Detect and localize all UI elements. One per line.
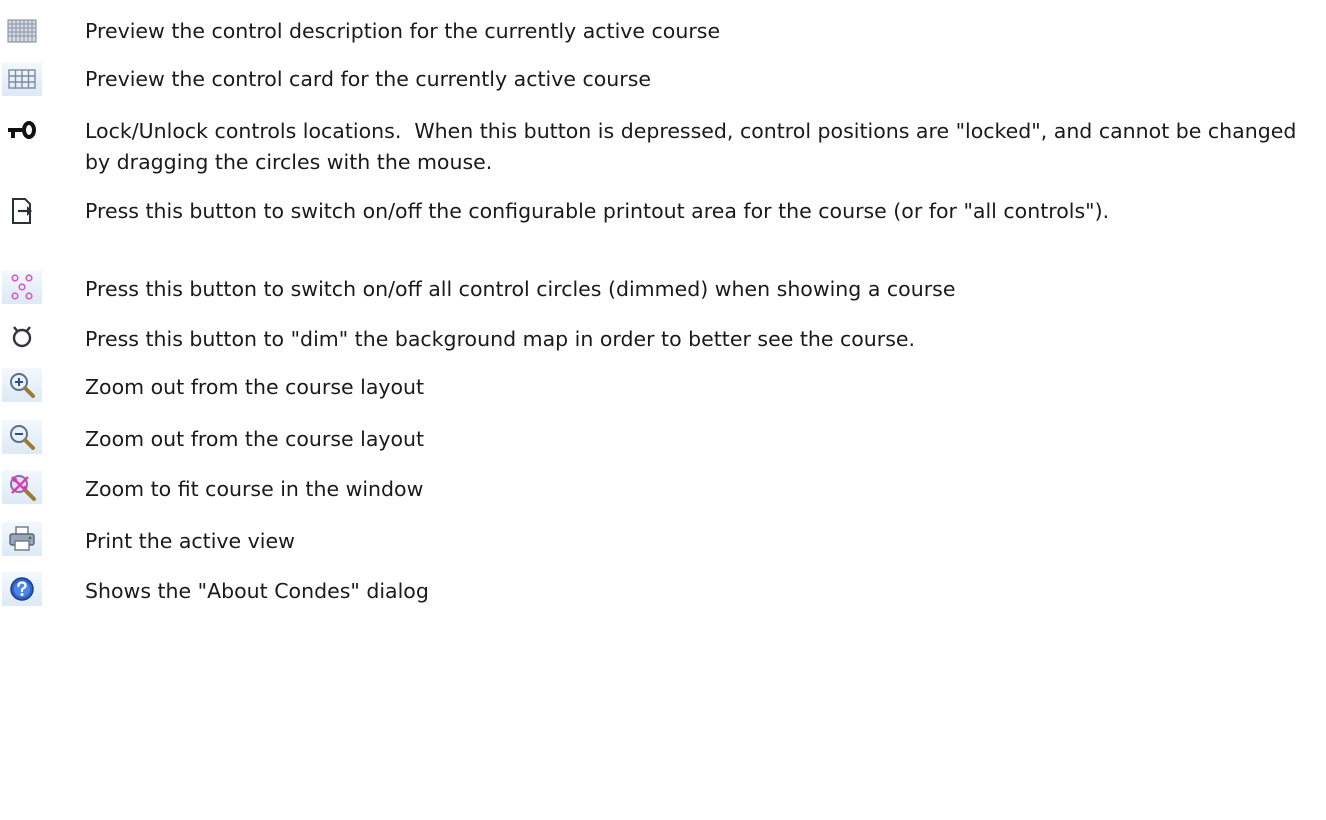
dim-map-icon [9,324,35,350]
item-description: Preview the control description for the … [85,19,721,43]
zoom-in-icon [8,371,36,399]
about-button[interactable] [2,572,42,606]
item-description: Press this button to "dim" the backgroun… [85,327,916,351]
item-description: Lock/Unlock controls locations. When thi… [85,119,1303,174]
zoom-fit-icon [7,472,37,502]
item-description: Zoom out from the course layout [85,427,425,451]
printer-icon [7,525,37,553]
lock-controls-button[interactable] [2,114,42,148]
item-description: Zoom to fit course in the window [85,477,424,501]
print-button[interactable] [2,522,42,556]
lock-key-icon [5,120,39,142]
item-description: Shows the "About Condes" dialog [85,579,429,603]
zoom-fit-button[interactable] [2,470,42,504]
item-description: Press this button to switch on/off all c… [85,277,956,301]
item-description: Print the active view [85,529,295,553]
help-icon [8,575,36,603]
zoom-in-button[interactable] [2,368,42,402]
printout-area-button[interactable] [2,194,42,228]
printout-area-icon [9,197,35,225]
control-description-icon [7,18,37,44]
dim-map-button[interactable] [2,320,42,354]
control-card-icon [8,68,36,90]
control-circles-button[interactable] [2,270,42,304]
item-description: Press this button to switch on/off the c… [85,199,1110,223]
item-description: Preview the control card for the current… [85,67,651,91]
zoom-out-button[interactable] [2,420,42,454]
control-description-button[interactable] [2,14,42,48]
item-description: Zoom out from the course layout [85,375,425,399]
zoom-out-icon [8,423,36,451]
control-card-button[interactable] [2,62,42,96]
control-circles-icon [7,272,37,302]
